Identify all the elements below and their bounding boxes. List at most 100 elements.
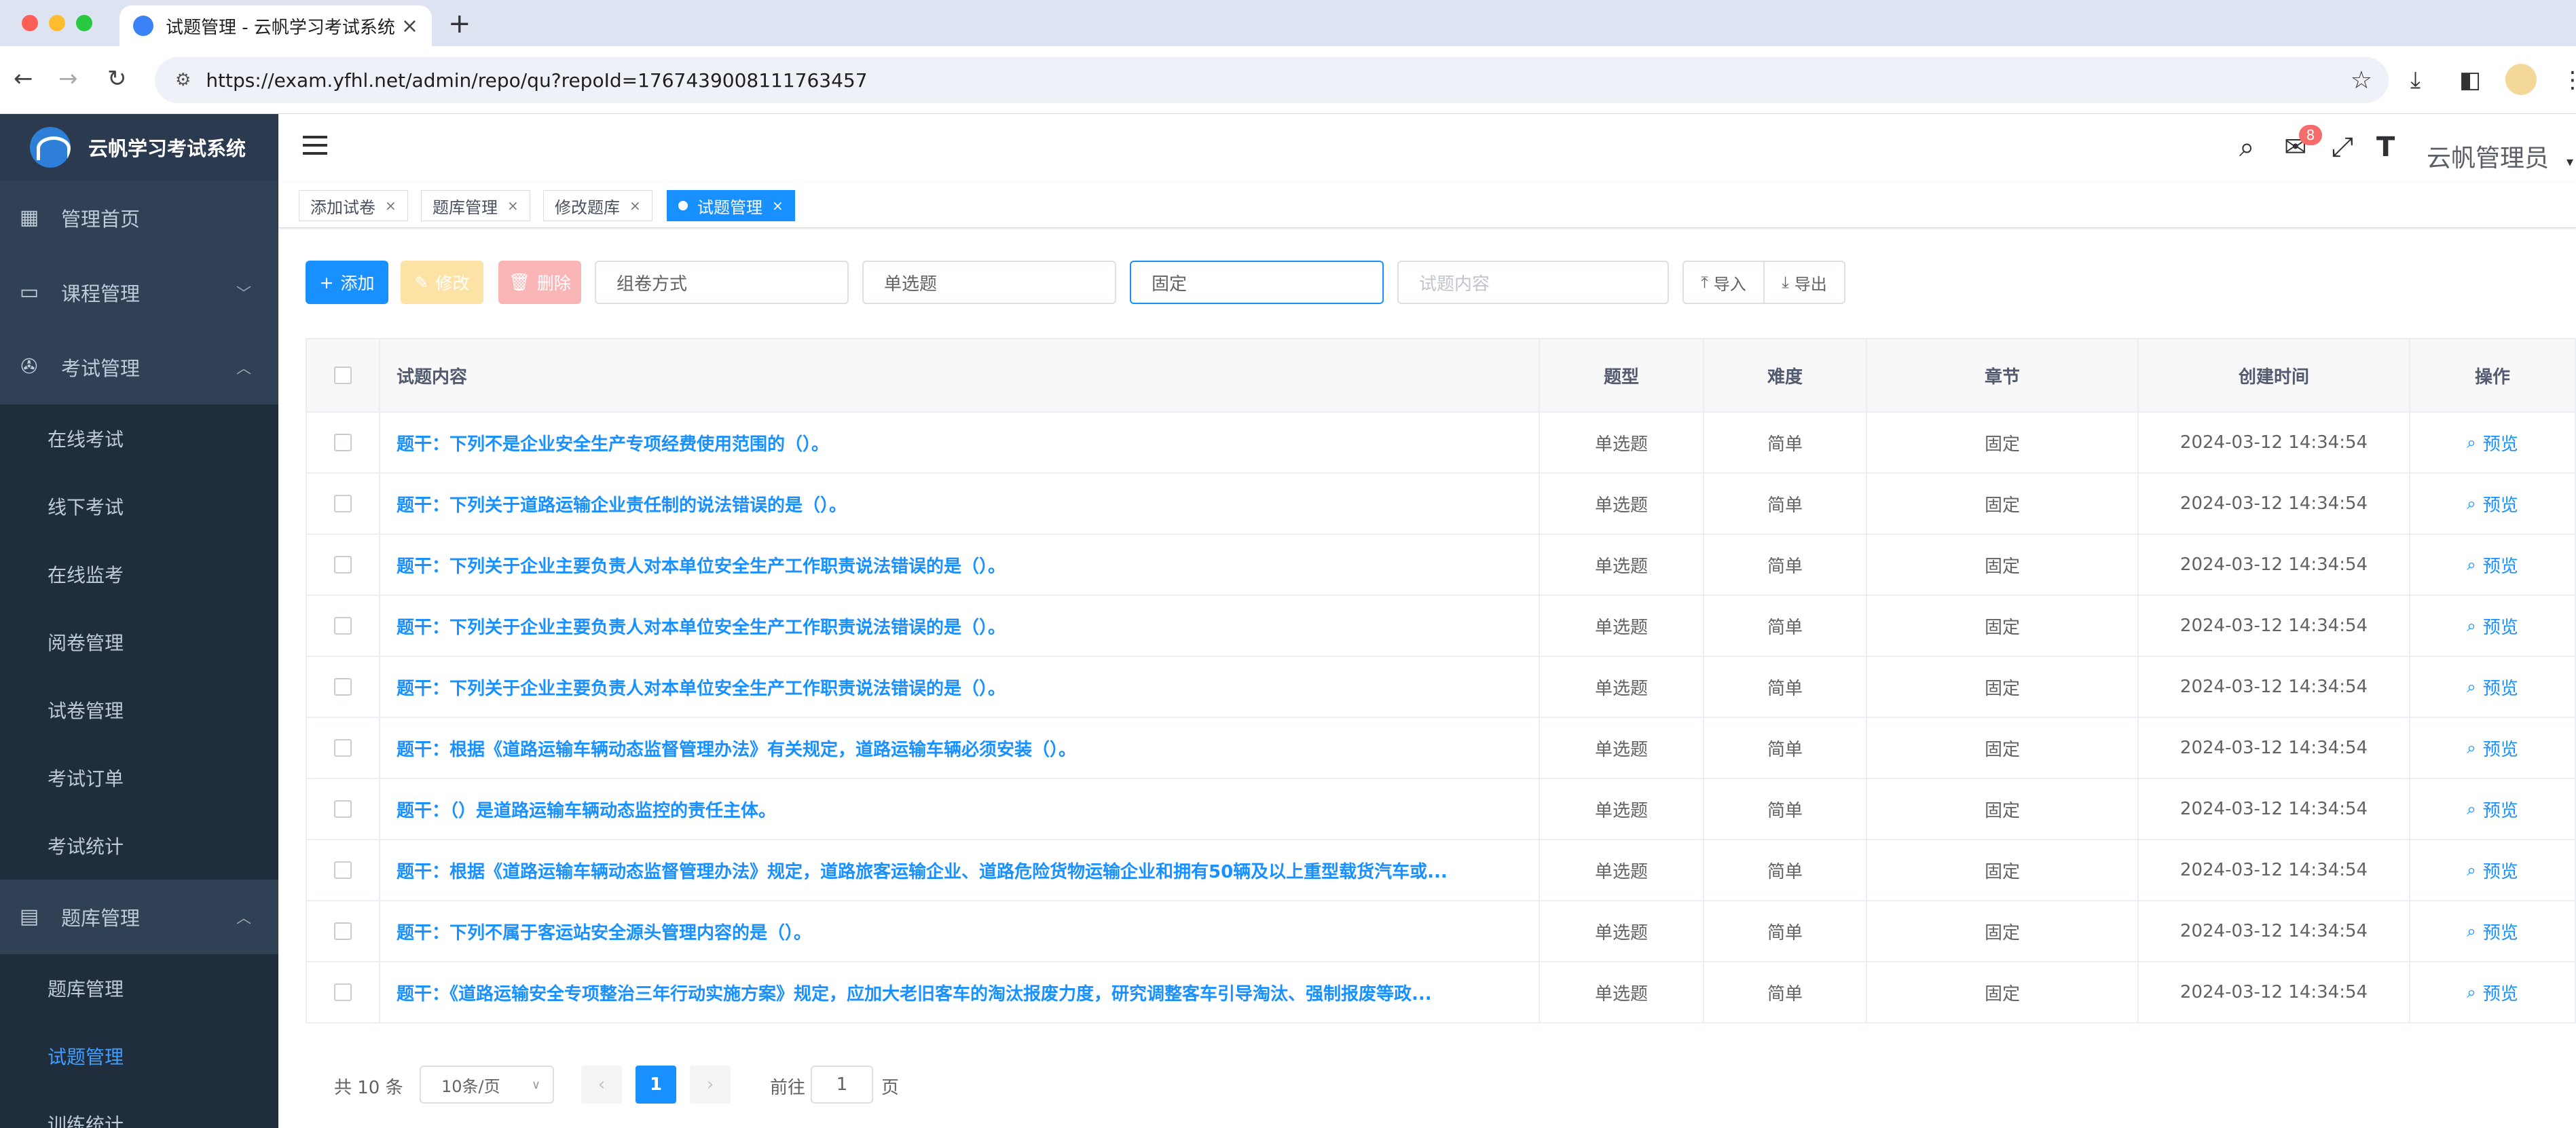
sidebar-item-statistics[interactable]: 考试统计 [0, 812, 278, 880]
search-icon[interactable]: ⌕ [2239, 132, 2254, 163]
forward-arrow-icon[interactable]: → [58, 65, 78, 92]
close-icon[interactable]: × [629, 198, 641, 214]
table-row[interactable]: 题干：下列关于企业主要负责人对本单位安全生产工作职责说法错误的是（）。 单选题 简单… [306, 535, 2576, 596]
tag-edit-repo[interactable]: 修改题库 × [543, 190, 652, 221]
row-checkbox[interactable] [306, 596, 380, 656]
sidebar-item-papers[interactable]: 试卷管理 [0, 676, 278, 744]
browser-menu-icon[interactable]: ⋮ [2561, 67, 2576, 94]
tag-repo-manage[interactable]: 题库管理 × [421, 190, 530, 221]
table-row[interactable]: 题干：根据《道路运输车辆动态监督管理办法》规定，道路旅客运输企业、道路危险货物运… [306, 840, 2576, 901]
question-content-search-input[interactable]: 试题内容 [1397, 261, 1669, 304]
sidebar-item-online-exam[interactable]: 在线考试 [0, 405, 278, 472]
preview-button[interactable]: ⌕ 预览 [2410, 962, 2576, 1022]
caret-down-icon[interactable]: ▾ [2566, 153, 2573, 170]
row-checkbox[interactable] [306, 840, 380, 900]
chapter-select[interactable]: 固定 [1130, 261, 1384, 304]
question-content-link[interactable]: 题干：根据《道路运输车辆动态监督管理办法》规定，道路旅客运输企业、道路危险货物运… [397, 858, 1448, 883]
page-size-select[interactable]: 10条/页 ∨ [420, 1066, 554, 1104]
table-row[interactable]: 题干：下列关于企业主要负责人对本单位安全生产工作职责说法错误的是（）。 单选题 简单… [306, 596, 2576, 657]
font-size-icon[interactable]: T [2376, 132, 2395, 163]
preview-button[interactable]: ⌕ 预览 [2410, 413, 2576, 472]
sidebar-logo[interactable]: 云帆学习考试系统 [0, 114, 278, 181]
sidebar-item-question-manage[interactable]: 试题管理 [0, 1022, 278, 1090]
table-row[interactable]: 题干：下列不是企业安全生产专项经费使用范围的（）。 单选题 简单 固定 2024-03-… [306, 413, 2576, 474]
question-content-link[interactable]: 题干：下列关于道路运输企业责任制的说法错误的是（）。 [397, 491, 847, 516]
page-number-button[interactable]: 1 [636, 1066, 676, 1104]
bookmark-star-icon[interactable]: ☆ [2351, 67, 2372, 94]
sidebar-item-training-stats[interactable]: 训练统计 [0, 1090, 278, 1128]
table-row[interactable]: 题干：下列关于道路运输企业责任制的说法错误的是（）。 单选题 简单 固定 2024-03… [306, 474, 2576, 535]
profile-avatar[interactable] [2505, 64, 2537, 95]
site-settings-icon[interactable]: ⚙ [175, 70, 191, 90]
edit-button[interactable]: ✎ 修改 [401, 261, 483, 304]
add-button[interactable]: + 添加 [306, 261, 388, 304]
sidebar-item-dashboard[interactable]: ▦ 管理首页 [0, 181, 278, 255]
table-row[interactable]: 题干：（）是道路运输车辆动态监控的责任主体。 单选题 简单 固定 2024-03-12 … [306, 779, 2576, 840]
question-content-link[interactable]: 题干：下列关于企业主要负责人对本单位安全生产工作职责说法错误的是（）。 [397, 552, 1006, 578]
method-select[interactable]: 组卷方式 [595, 261, 849, 304]
sidebar-item-repo-manage[interactable]: 题库管理 [0, 954, 278, 1022]
export-button[interactable]: ⤓ 导出 [1763, 262, 1844, 303]
tag-question-manage[interactable]: 试题管理 × [667, 190, 795, 221]
tag-add-paper[interactable]: 添加试卷 × [299, 190, 408, 221]
table-row[interactable]: 题干：下列不属于客运站安全源头管理内容的是（）。 单选题 简单 固定 2024-03-1… [306, 901, 2576, 962]
goto-page-input[interactable]: 1 [811, 1066, 873, 1104]
preview-button[interactable]: ⌕ 预览 [2410, 901, 2576, 961]
row-checkbox[interactable] [306, 962, 380, 1022]
question-content-link[interactable]: 题干：下列关于企业主要负责人对本单位安全生产工作职责说法错误的是（）。 [397, 675, 1006, 700]
sidebar-item-repo[interactable]: ▤ 题库管理 ︿ [0, 880, 278, 954]
new-tab-icon[interactable]: + [448, 8, 471, 39]
tab-close-icon[interactable]: × [401, 14, 418, 38]
question-content-link[interactable]: 题干：下列不属于客运站安全源头管理内容的是（）。 [397, 919, 811, 944]
sidebar-item-grading[interactable]: 阅卷管理 [0, 608, 278, 676]
preview-button[interactable]: ⌕ 预览 [2410, 535, 2576, 595]
row-checkbox[interactable] [306, 413, 380, 472]
question-content-link[interactable]: 题干：（）是道路运输车辆动态监控的责任主体。 [397, 797, 776, 822]
reload-icon[interactable]: ↻ [107, 65, 127, 92]
question-content-link[interactable]: 题干：下列不是企业安全生产专项经费使用范围的（）。 [397, 430, 829, 455]
preview-button[interactable]: ⌕ 预览 [2410, 718, 2576, 778]
url-field[interactable]: ⚙ https://exam.yfhl.net/admin/repo/qu?re… [155, 57, 2389, 103]
question-content-link[interactable]: 题干：下列关于企业主要负责人对本单位安全生产工作职责说法错误的是（）。 [397, 614, 1006, 639]
close-icon[interactable]: × [772, 198, 784, 214]
back-arrow-icon[interactable]: ← [14, 65, 33, 92]
window-maximize-button[interactable] [76, 15, 92, 31]
preview-button[interactable]: ⌕ 预览 [2410, 474, 2576, 533]
prev-page-button[interactable]: ‹ [581, 1066, 622, 1104]
close-icon[interactable]: × [507, 198, 519, 214]
sidebar-item-proctoring[interactable]: 在线监考 [0, 540, 278, 608]
window-minimize-button[interactable] [49, 15, 65, 31]
sidebar-item-orders[interactable]: 考试订单 [0, 744, 278, 812]
download-icon[interactable]: ⤓ [2410, 67, 2421, 94]
row-checkbox[interactable] [306, 718, 380, 778]
next-page-button[interactable]: › [690, 1066, 731, 1104]
question-content-link[interactable]: 题干：根据《道路运输车辆动态监督管理办法》有关规定，道路运输车辆必须安装（）。 [397, 736, 1076, 761]
sidebar-item-exam[interactable]: ✇ 考试管理 ︿ [0, 330, 278, 405]
table-row[interactable]: 题干：下列关于企业主要负责人对本单位安全生产工作职责说法错误的是（）。 单选题 简单… [306, 657, 2576, 718]
sidebar-item-course[interactable]: ▭ 课程管理 ﹀ [0, 255, 278, 330]
sidebar-item-offline-exam[interactable]: 线下考试 [0, 472, 278, 540]
import-button[interactable]: ⤒ 导入 [1684, 262, 1763, 303]
delete-button[interactable]: 🗑 删除 [498, 261, 581, 304]
fullscreen-icon[interactable]: ⤢ [2332, 132, 2353, 163]
username[interactable]: 云帆管理员 [2427, 138, 2549, 174]
row-checkbox[interactable] [306, 779, 380, 839]
close-icon[interactable]: × [385, 198, 397, 214]
browser-tab[interactable]: 试题管理 - 云帆学习考试系统 × [119, 5, 432, 46]
preview-button[interactable]: ⌕ 预览 [2410, 840, 2576, 900]
select-all-checkbox[interactable] [306, 339, 380, 411]
question-type-select[interactable]: 单选题 [862, 261, 1116, 304]
row-checkbox[interactable] [306, 474, 380, 533]
row-checkbox[interactable] [306, 657, 380, 717]
table-row[interactable]: 题干：根据《道路运输车辆动态监督管理办法》有关规定，道路运输车辆必须安装（）。 单… [306, 718, 2576, 779]
preview-button[interactable]: ⌕ 预览 [2410, 779, 2576, 839]
preview-button[interactable]: ⌕ 预览 [2410, 596, 2576, 656]
preview-button[interactable]: ⌕ 预览 [2410, 657, 2576, 717]
question-content-link[interactable]: 题干：《道路运输安全专项整治三年行动实施方案》规定，应加大老旧客车的淘汰报废力度… [397, 980, 1432, 1005]
hamburger-menu-icon[interactable] [303, 136, 327, 157]
row-checkbox[interactable] [306, 535, 380, 595]
side-panel-icon[interactable]: ◧ [2459, 67, 2481, 94]
window-close-button[interactable] [22, 15, 38, 31]
table-row[interactable]: 题干：《道路运输安全专项整治三年行动实施方案》规定，应加大老旧客车的淘汰报废力度… [306, 962, 2576, 1023]
row-checkbox[interactable] [306, 901, 380, 961]
